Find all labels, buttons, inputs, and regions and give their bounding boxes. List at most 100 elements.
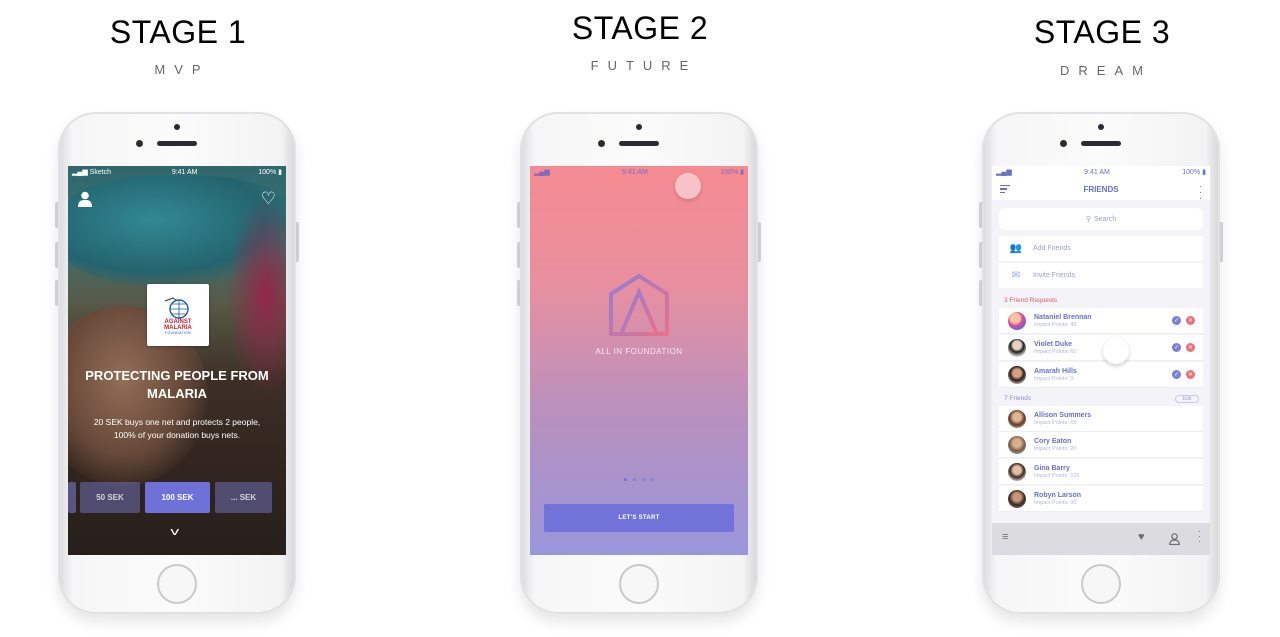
menu-icon[interactable] — [1000, 185, 1010, 195]
friend-request-row[interactable]: Nataniel Brennan Impact Points: 45 ✓ ✕ — [999, 308, 1203, 334]
impact-points: Impact Points: 105 — [1034, 472, 1080, 479]
home-button — [619, 564, 659, 604]
friend-row[interactable]: Cory Eaton Impact Points: 20 — [999, 432, 1203, 458]
touch-indicator — [675, 173, 701, 199]
more-options-icon[interactable]: · · · — [1199, 182, 1202, 203]
phone-stage-2: ▂▄▆ 9:41 AM 100% ▮ ALL IN FOUNDATION LET… — [517, 112, 761, 614]
friend-request-row[interactable]: Violet Duke Impact Points: 60 ✓ ✕ — [999, 335, 1203, 361]
decline-x-icon[interactable]: ✕ — [1186, 343, 1195, 352]
avatar — [1008, 489, 1026, 508]
friend-requests-label: 3 Friend Requests — [1004, 297, 1058, 304]
sensor-dot — [136, 140, 143, 147]
stage-2-subtitle: FUTURE — [590, 58, 698, 73]
amount-custom-button[interactable]: ... SEK — [215, 482, 272, 513]
friend-name: Nataniel Brennan — [1034, 313, 1092, 321]
accept-check-icon[interactable]: ✓ — [1172, 370, 1181, 379]
friend-request-row[interactable]: Amarah Hills Impact Points: 0 ✓ ✕ — [999, 362, 1203, 388]
status-time: 9:41 AM — [171, 168, 198, 176]
battery-icon: ▮ — [278, 169, 282, 176]
lets-start-button[interactable]: LET'S START — [544, 504, 734, 532]
friend-name: Allison Summers — [1034, 411, 1092, 419]
all-in-logo-icon — [609, 274, 669, 336]
friend-name: Cory Eaton — [1034, 437, 1072, 445]
friend-name: Amarah Hills — [1034, 367, 1077, 375]
page-dot-3[interactable] — [642, 478, 645, 481]
page-dot-1[interactable] — [624, 478, 627, 481]
battery-icon: ▮ — [740, 169, 744, 176]
profile-icon[interactable] — [78, 191, 92, 207]
chevron-down-icon[interactable]: v — [170, 526, 179, 538]
accept-check-icon[interactable]: ✓ — [1172, 316, 1181, 325]
search-placeholder: Search — [1093, 215, 1117, 223]
amount-50-button[interactable]: 50 SEK — [80, 482, 140, 513]
campaign-description: 20 SEK buys one net and protects 2 peopl… — [93, 417, 261, 440]
status-battery: 100% ▮ — [258, 169, 282, 176]
earpiece-speaker — [1081, 141, 1121, 146]
avatar — [1008, 338, 1026, 357]
amount-100-button[interactable]: 100 SEK — [145, 482, 210, 513]
friend-name: Robyn Larson — [1034, 491, 1082, 499]
logo-line-3: FOUNDATION — [165, 331, 191, 335]
page-dot-4[interactable] — [651, 478, 654, 481]
stage-1-subtitle: MVP — [154, 62, 210, 77]
favorite-heart-icon[interactable]: ♡ — [261, 190, 276, 207]
stage-1-title: STAGE 1 — [109, 14, 247, 50]
friend-name: Violet Duke — [1034, 340, 1072, 348]
phone-stage-1: ▂▄▆ Sketch 9:41 AM 100% ▮ ♡ AGAINST MALA… — [55, 112, 299, 614]
friend-row[interactable]: Allison Summers Impact Points: 65 — [999, 406, 1203, 432]
dream-screen: ▂▄▆ 9:41 AM 100% ▮ FRIENDS · · · ⚲ Search 👥… — [992, 166, 1210, 555]
stage-3-subtitle: DREAM — [1060, 63, 1152, 78]
earpiece-speaker — [619, 141, 659, 146]
status-battery: 100% ▮ — [720, 169, 744, 176]
earpiece-speaker — [157, 141, 197, 146]
add-friends-label: Add Friends — [1033, 245, 1071, 252]
brand-name: ALL IN FOUNDATION — [595, 347, 683, 356]
accept-check-icon[interactable]: ✓ — [1172, 343, 1181, 352]
page-title: FRIENDS — [1083, 184, 1119, 194]
decline-x-icon[interactable]: ✕ — [1186, 370, 1195, 379]
profile-icon[interactable] — [1169, 533, 1180, 545]
front-camera — [1098, 124, 1104, 130]
edit-friends-button[interactable]: Edit — [1175, 395, 1199, 403]
heart-icon[interactable]: ♥ — [1138, 531, 1145, 543]
invite-friends-button[interactable]: ✉ Invite Friends — [999, 263, 1203, 288]
home-button — [157, 564, 197, 604]
stage-2-title: STAGE 2 — [571, 10, 709, 46]
status-bar: ▂▄▆ 9:41 AM 100% ▮ — [992, 166, 1210, 178]
friend-row[interactable]: Robyn Larson Impact Points: 90 — [999, 486, 1203, 512]
friends-count-label: 7 Friends — [1004, 395, 1032, 402]
campaign-headline: PROTECTING PEOPLE FROM MALARIA — [85, 368, 269, 401]
decline-x-icon[interactable]: ✕ — [1186, 316, 1195, 325]
impact-points: Impact Points: 60 — [1034, 348, 1077, 355]
phone-stage-3: ▂▄▆ 9:41 AM 100% ▮ FRIENDS · · · ⚲ Search 👥… — [979, 112, 1223, 614]
battery-icon: ▮ — [1202, 169, 1206, 176]
page-dot-2[interactable] — [633, 478, 636, 481]
add-friends-button[interactable]: 👥 Add Friends — [999, 236, 1203, 261]
friends-header: FRIENDS · · · — [992, 178, 1210, 203]
friend-row[interactable]: Gina Barry Impact Points: 105 — [999, 459, 1203, 485]
friend-name: Gina Barry — [1034, 464, 1070, 472]
avatar — [1008, 365, 1026, 384]
home-button — [1081, 564, 1121, 604]
front-camera — [636, 124, 642, 130]
invite-friends-label: Invite Friends — [1033, 272, 1076, 279]
avatar — [1008, 409, 1026, 428]
amount-option-previous[interactable] — [68, 482, 76, 513]
charity-logo: AGAINST MALARIA FOUNDATION — [147, 284, 209, 346]
envelope-icon: ✉ — [1011, 270, 1021, 281]
friends-search-input[interactable]: ⚲ Search — [999, 208, 1203, 230]
impact-points: Impact Points: 65 — [1034, 419, 1077, 426]
signal-icon: ▂▄▆ — [534, 169, 550, 176]
signal-icon: ▂▄▆ — [72, 169, 90, 176]
search-icon: ⚲ — [1085, 216, 1091, 223]
impact-points: Impact Points: 90 — [1034, 499, 1077, 506]
more-options-icon[interactable]: · · · — [1198, 527, 1201, 546]
bottom-tab-bar: ≡ ♥ · · · — [992, 523, 1210, 555]
page-indicator — [530, 468, 748, 486]
globe-mosquito-icon — [164, 297, 189, 319]
mvp-screen: ▂▄▆ Sketch 9:41 AM 100% ▮ ♡ AGAINST MALA… — [68, 166, 286, 555]
front-camera — [174, 124, 180, 130]
hamburger-menu-icon[interactable]: ≡ — [1002, 531, 1008, 543]
avatar — [1008, 462, 1026, 481]
status-time: 9:41 AM — [622, 168, 648, 176]
